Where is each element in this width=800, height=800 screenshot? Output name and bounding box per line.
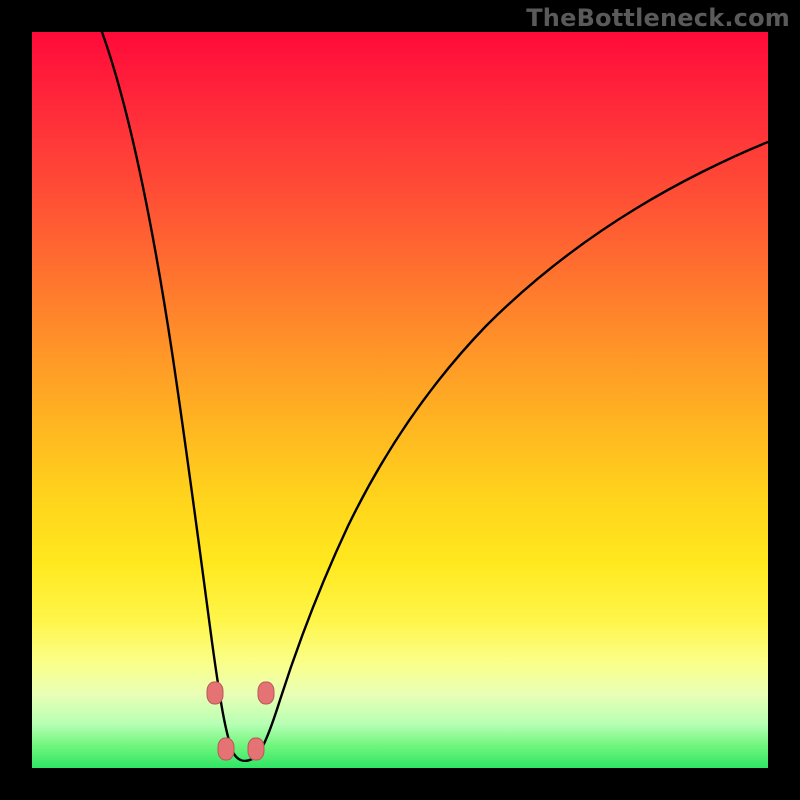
chart-stage: TheBottleneck.com [0, 0, 800, 800]
plot-area [32, 32, 768, 768]
marker-upper-left-icon [207, 682, 223, 704]
chart-svg [32, 32, 768, 768]
bottleneck-curve-right [252, 142, 768, 759]
marker-lower-right-icon [248, 738, 264, 760]
marker-upper-right-icon [258, 682, 274, 704]
watermark-text: TheBottleneck.com [526, 4, 790, 32]
trough-markers [207, 682, 274, 760]
bottleneck-curve-left [102, 32, 252, 761]
marker-lower-left-icon [218, 738, 234, 760]
